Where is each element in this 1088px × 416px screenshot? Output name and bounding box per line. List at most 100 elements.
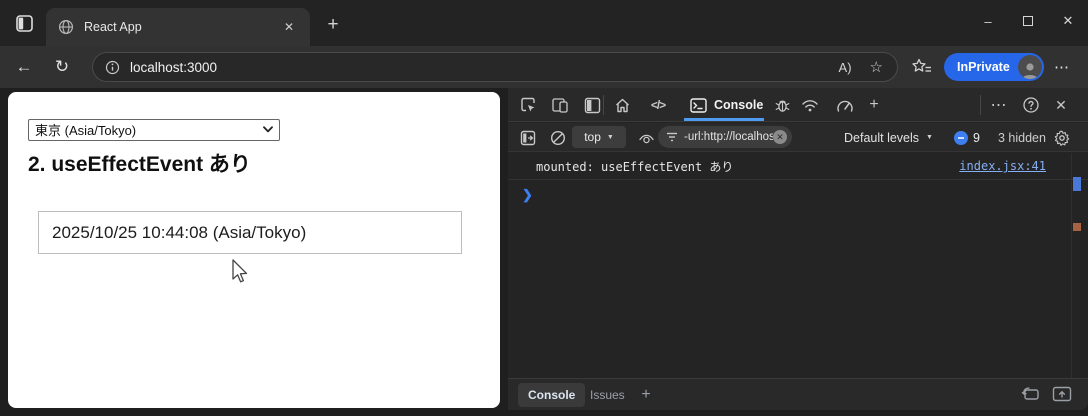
devtools-drawer: Console Issues +	[508, 378, 1088, 410]
issues-count: 9	[973, 130, 980, 145]
drawer-console-label: Console	[528, 388, 576, 402]
inspect-element-button[interactable]	[515, 92, 541, 118]
person-icon	[1022, 63, 1038, 79]
devtools-close-button[interactable]: ✕	[1048, 92, 1074, 118]
console-filter-input[interactable]: -url:http://localhos ✕	[658, 126, 792, 148]
console-prompt-icon[interactable]: ❯	[522, 187, 533, 203]
back-button[interactable]: ←	[10, 53, 38, 81]
performance-gauge-icon	[837, 100, 853, 112]
tab-close-icon[interactable]: ✕	[280, 18, 298, 36]
star-with-lines-icon	[912, 58, 931, 72]
drawer-more-tabs-button[interactable]: +	[634, 379, 658, 410]
devtools-toolbar: </> Console + ⋯ ✕	[508, 88, 1088, 122]
console-sidebar-icon	[520, 130, 536, 146]
window-minimize-button[interactable]: –	[968, 0, 1008, 42]
page-heading: 2. useEffectEvent あり	[28, 153, 251, 176]
device-emulation-button[interactable]	[547, 92, 573, 118]
window-maximize-button[interactable]	[1008, 0, 1048, 42]
tab-actions-icon	[15, 14, 33, 32]
address-toolbar: ← ↻ localhost:3000 A) ☆ InPrivate ⋯	[0, 46, 1088, 88]
network-conditions-button[interactable]	[797, 92, 823, 118]
browser-settings-menu-button[interactable]: ⋯	[1048, 53, 1076, 81]
performance-button[interactable]	[832, 92, 858, 118]
elements-panel-button[interactable]: </>	[645, 92, 671, 118]
devtools-help-button[interactable]	[1018, 92, 1044, 118]
drawer-issues-label: Issues	[590, 388, 625, 402]
help-icon	[1023, 97, 1039, 113]
console-log-message: mounted: useEffectEvent あり	[536, 159, 734, 174]
live-expression-button[interactable]	[634, 126, 658, 150]
console-log-row[interactable]: mounted: useEffectEvent あり index.jsx:41	[508, 153, 1088, 180]
filter-icon	[667, 132, 677, 142]
drawer-tab-issues[interactable]: Issues	[590, 379, 625, 410]
console-panel-icon	[690, 97, 707, 113]
dock-side-icon	[584, 97, 600, 113]
console-filter-bar: top ▼ -url:http://localhos ✕ Default lev…	[508, 123, 1088, 152]
active-tab-underline	[684, 118, 764, 121]
bug-icon	[775, 100, 789, 112]
hidden-messages-count[interactable]: 3 hidden	[998, 123, 1046, 152]
read-aloud-icon[interactable]: A)	[839, 60, 852, 75]
favorite-star-icon[interactable]: ☆	[870, 58, 883, 76]
home-icon	[615, 98, 629, 112]
clear-console-icon	[550, 130, 566, 146]
log-levels-label: Default levels	[844, 130, 920, 145]
drawer-right-buttons	[1020, 385, 1072, 403]
refresh-button[interactable]: ↻	[48, 53, 76, 81]
datetime-text: 2025/10/25 10:44:08 (Asia/Tokyo)	[52, 222, 307, 242]
new-tab-button[interactable]: +	[320, 12, 346, 38]
issues-icon	[954, 130, 968, 145]
timezone-select[interactable]: 東京 (Asia/Tokyo)	[28, 119, 280, 141]
log-levels-dropdown[interactable]: Default levels ▼	[844, 123, 933, 152]
code-icon: </>	[650, 98, 666, 112]
inspect-icon	[521, 97, 535, 112]
scrollbar-mark-blue	[1073, 177, 1081, 191]
browser-window: React App ✕ + – ✕ ← ↻ localhost:3000 A) …	[0, 0, 1088, 416]
clear-console-button[interactable]	[546, 126, 570, 150]
console-settings-button[interactable]	[1050, 126, 1074, 150]
tab-console[interactable]: Console	[686, 88, 767, 122]
url-text[interactable]: localhost:3000	[130, 60, 821, 75]
wifi-icon	[802, 99, 818, 111]
chevron-down-icon: ▼	[926, 134, 933, 141]
globe-favicon-icon	[58, 19, 74, 35]
favorites-bar-icon[interactable]	[910, 57, 934, 77]
issues-counter[interactable]: 9	[954, 123, 980, 152]
address-bar[interactable]: localhost:3000 A) ☆	[92, 52, 898, 82]
datetime-display-box: 2025/10/25 10:44:08 (Asia/Tokyo)	[38, 211, 462, 254]
expand-panel-icon[interactable]	[1052, 385, 1072, 403]
clear-filter-icon[interactable]: ✕	[773, 130, 787, 144]
dock-side-button[interactable]	[579, 92, 605, 118]
toolbar-separator-right	[980, 95, 981, 115]
tab-actions-menu-button[interactable]	[10, 9, 38, 37]
drawer-tab-console[interactable]: Console	[518, 383, 586, 407]
console-scrollbar[interactable]	[1071, 153, 1083, 378]
inprivate-badge[interactable]: InPrivate	[944, 53, 1044, 81]
tab-title: React App	[84, 20, 142, 34]
devtools-more-menu-button[interactable]: ⋯	[986, 92, 1012, 118]
profile-avatar[interactable]	[1017, 55, 1042, 79]
tab-strip: React App ✕ + – ✕	[0, 0, 1088, 46]
window-controls: – ✕	[968, 0, 1088, 42]
recorder-icon[interactable]	[1020, 385, 1040, 403]
gear-icon	[1054, 130, 1070, 146]
toolbar-separator	[603, 95, 604, 115]
javascript-context-selector[interactable]: top ▼	[572, 126, 626, 148]
console-output-area[interactable]: mounted: useEffectEvent あり index.jsx:41 …	[508, 153, 1088, 378]
timezone-select-wrap: 東京 (Asia/Tokyo)	[28, 119, 280, 141]
maximize-icon	[1023, 16, 1033, 26]
mouse-cursor	[232, 259, 248, 283]
console-sidebar-toggle-button[interactable]	[516, 126, 540, 150]
filter-input-value[interactable]: -url:http://localhos	[684, 131, 773, 143]
inprivate-label: InPrivate	[957, 60, 1010, 74]
device-emulation-icon	[552, 98, 568, 113]
window-close-button[interactable]: ✕	[1048, 0, 1088, 42]
eye-icon	[638, 134, 654, 144]
browser-tab-react-app[interactable]: React App ✕	[46, 8, 310, 46]
site-info-icon	[105, 60, 120, 74]
more-tools-button[interactable]: +	[861, 92, 887, 118]
debugger-button[interactable]	[769, 92, 795, 118]
home-panel-button[interactable]	[609, 92, 635, 118]
scrollbar-mark-orange	[1073, 223, 1081, 231]
console-source-link[interactable]: index.jsx:41	[959, 159, 1046, 173]
